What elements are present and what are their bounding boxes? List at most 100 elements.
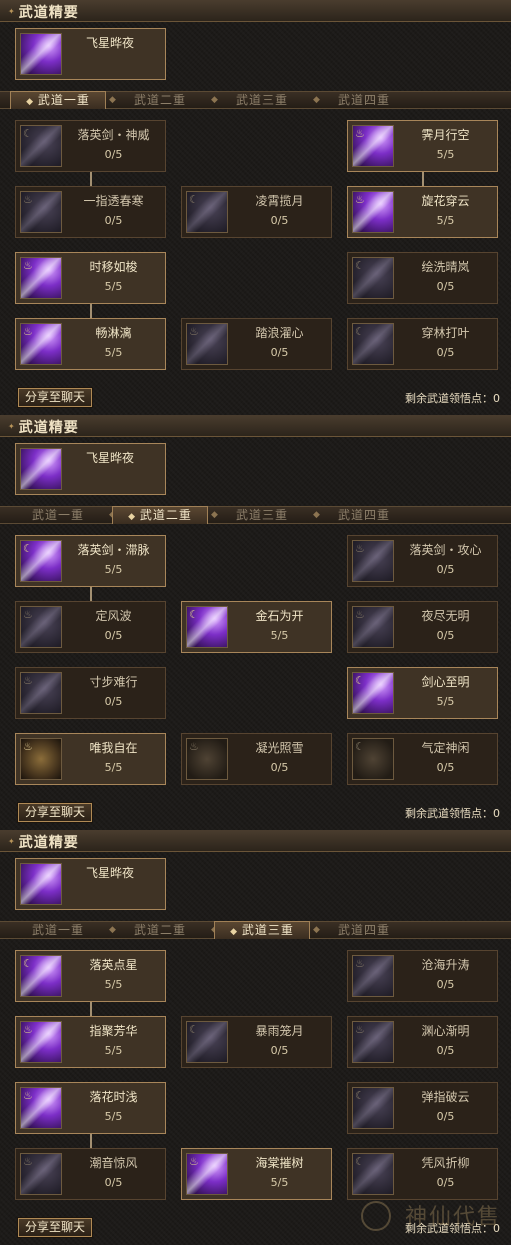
skill-card[interactable]: ♨ 渊心渐明 0/5 <box>347 1016 498 1068</box>
skill-name: 时移如梭 <box>89 260 138 274</box>
skill-card[interactable]: ♨ 霁月行空 5/5 <box>347 120 498 172</box>
watermark-logo-icon <box>361 1201 391 1231</box>
skill-card[interactable]: ☾ 落英剑・神威 0/5 <box>15 120 166 172</box>
skill-card[interactable]: ♨ 定风波 0/5 <box>15 601 166 653</box>
skill-card[interactable]: ☾ 穿林打叶 0/5 <box>347 318 498 370</box>
skill-card[interactable]: ☾ 弹指破云 0/5 <box>347 1082 498 1134</box>
skill-level: 0/5 <box>104 148 123 161</box>
skill-level: 0/5 <box>436 761 455 774</box>
skill-card[interactable]: ♨ 落英剑・攻心 0/5 <box>347 535 498 587</box>
skill-name: 沧海升涛 <box>421 958 470 972</box>
skill-type-glyph-icon: ♨ <box>189 325 199 338</box>
skill-card[interactable]: ☾ 气定神闲 0/5 <box>347 733 498 785</box>
tab-tier-4[interactable]: 武道四重 <box>316 92 412 108</box>
skill-type-glyph-icon: ♨ <box>23 259 33 272</box>
skill-name: 气定神闲 <box>421 741 470 755</box>
skill-type-glyph-icon: ♨ <box>23 1155 33 1168</box>
skill-type-glyph-icon: ☾ <box>23 542 33 555</box>
skill-level: 0/5 <box>104 695 123 708</box>
skill-purple-slash-icon: ♨ <box>20 1021 62 1063</box>
skill-card[interactable]: ♨ 寸步难行 0/5 <box>15 667 166 719</box>
skill-locked-slash-icon: ☾ <box>20 125 62 167</box>
skill-card[interactable]: ☾ 凭风折柳 0/5 <box>347 1148 498 1200</box>
skill-card[interactable]: ♨ 落花时浅 5/5 <box>15 1082 166 1134</box>
skill-type-glyph-icon: ♨ <box>23 1089 33 1102</box>
skill-card[interactable]: ♨ 凝光照雪 0/5 <box>181 733 332 785</box>
skill-name: 旋花穿云 <box>421 194 470 208</box>
skill-purple-slash-icon: ♨ <box>352 191 394 233</box>
skill-level: 5/5 <box>104 761 123 774</box>
tier-tabs: 武道一重◆武道二重◆武道三重◆武道四重 <box>0 506 511 524</box>
skill-type-glyph-icon: ♨ <box>23 740 33 753</box>
skill-card[interactable]: ☾ 凌霄揽月 0/5 <box>181 186 332 238</box>
skill-connector <box>90 587 92 601</box>
tab-tier-3[interactable]: 武道三重 <box>214 92 310 108</box>
skill-card[interactable]: ♨ 畅淋漓 5/5 <box>15 318 166 370</box>
core-skill-card[interactable]: 飞星晔夜 <box>15 28 166 80</box>
skill-card[interactable]: ♨ 旋花穿云 5/5 <box>347 186 498 238</box>
skill-type-glyph-icon: ♨ <box>355 193 365 206</box>
share-to-chat-button[interactable]: 分享至聊天 <box>17 802 93 823</box>
skill-type-glyph-icon: ☾ <box>189 1023 199 1036</box>
share-to-chat-button[interactable]: 分享至聊天 <box>17 387 93 408</box>
tier-tabs: 武道一重◆武道二重◆武道三重◆武道四重 <box>0 921 511 939</box>
tab-tier-1[interactable]: 武道一重 <box>10 507 106 523</box>
skill-name: 落花时浅 <box>89 1090 138 1104</box>
skill-name: 踏浪濯心 <box>255 326 304 340</box>
skill-name: 指聚芳华 <box>89 1024 138 1038</box>
skill-locked-slash-icon: ☾ <box>352 1087 394 1129</box>
talent-panel: 武道精要飞星晔夜武道一重◆武道二重◆武道三重◆武道四重 ☾ 落英剑・滞脉 5/5 ♨ 落英… <box>0 415 511 830</box>
tier-tabs: 武道一重◆武道二重◆武道三重◆武道四重 <box>0 91 511 109</box>
skill-card[interactable]: ♨ 时移如梭 5/5 <box>15 252 166 304</box>
skill-name: 唯我自在 <box>89 741 138 755</box>
section-header: 武道精要 <box>0 830 511 852</box>
skill-type-glyph-icon: ♨ <box>355 608 365 621</box>
skill-card[interactable]: ☾ 落英点星 5/5 <box>15 950 166 1002</box>
tab-tier-3[interactable]: 武道三重 <box>214 507 310 523</box>
skill-name: 绘洗晴岚 <box>421 260 470 274</box>
skill-type-glyph-icon: ♨ <box>355 542 365 555</box>
skill-card[interactable]: ♨ 唯我自在 5/5 <box>15 733 166 785</box>
skill-golden-figure-icon: ♨ <box>20 738 62 780</box>
skill-type-glyph-icon: ♨ <box>23 193 33 206</box>
skill-locked-gold-icon: ☾ <box>352 738 394 780</box>
skill-level: 5/5 <box>104 978 123 991</box>
skill-card[interactable]: ☾ 暴雨笼月 0/5 <box>181 1016 332 1068</box>
tab-tier-1[interactable]: 武道一重 <box>10 91 106 109</box>
skill-type-glyph-icon: ♨ <box>189 1155 199 1168</box>
tab-tier-4[interactable]: 武道四重 <box>316 922 412 938</box>
skill-card[interactable]: ♨ 踏浪濯心 0/5 <box>181 318 332 370</box>
skill-level: 5/5 <box>270 629 289 642</box>
skill-card[interactable]: ♨ 潮音惊风 0/5 <box>15 1148 166 1200</box>
skill-card[interactable]: ♨ 海棠摧树 5/5 <box>181 1148 332 1200</box>
tab-tier-1[interactable]: 武道一重 <box>10 922 106 938</box>
skill-card[interactable]: ♨ 沧海升涛 0/5 <box>347 950 498 1002</box>
tab-tier-2[interactable]: 武道二重 <box>112 92 208 108</box>
tab-tier-2[interactable]: 武道二重 <box>112 506 208 524</box>
skill-card[interactable]: ☾ 落英剑・滞脉 5/5 <box>15 535 166 587</box>
tab-tier-4[interactable]: 武道四重 <box>316 507 412 523</box>
skill-type-glyph-icon: ♨ <box>355 957 365 970</box>
skill-level: 5/5 <box>436 695 455 708</box>
skill-card[interactable]: ♨ 指聚芳华 5/5 <box>15 1016 166 1068</box>
starfall-icon <box>20 33 62 75</box>
share-to-chat-button[interactable]: 分享至聊天 <box>17 1217 93 1238</box>
skill-card[interactable]: ♨ 夜尽无明 0/5 <box>347 601 498 653</box>
skill-card[interactable]: ☾ 绘洗晴岚 0/5 <box>347 252 498 304</box>
skill-purple-slash-icon: ♨ <box>20 323 62 365</box>
tab-tier-2[interactable]: 武道二重 <box>112 922 208 938</box>
skill-level: 0/5 <box>436 346 455 359</box>
core-skill-card[interactable]: 飞星晔夜 <box>15 443 166 495</box>
skill-type-glyph-icon: ☾ <box>355 1155 365 1168</box>
skill-purple-slash-icon: ♨ <box>186 1153 228 1195</box>
skill-type-glyph-icon: ♨ <box>23 608 33 621</box>
core-skill-card[interactable]: 飞星晔夜 <box>15 858 166 910</box>
tab-tier-3[interactable]: 武道三重 <box>214 921 310 939</box>
skill-type-glyph-icon: ♨ <box>23 674 33 687</box>
skill-card[interactable]: ☾ 金石为开 5/5 <box>181 601 332 653</box>
skill-locked-slash-icon: ♨ <box>352 606 394 648</box>
skill-card[interactable]: ☾ 剑心至明 5/5 <box>347 667 498 719</box>
skill-card[interactable]: ♨ 一指透春寒 0/5 <box>15 186 166 238</box>
skill-type-glyph-icon: ☾ <box>355 740 365 753</box>
section-title: 武道精要 <box>8 2 79 22</box>
